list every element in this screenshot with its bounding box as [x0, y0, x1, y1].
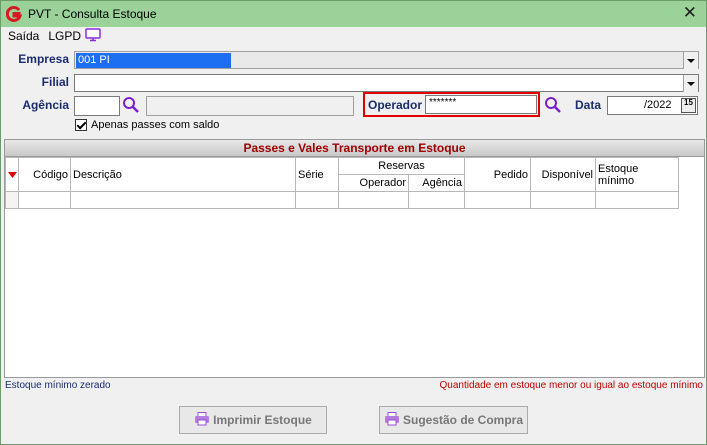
- filial-label: Filial: [41, 75, 69, 89]
- grid-header-row-1: Código Descrição Série Reservas Pedido D…: [5, 157, 679, 192]
- printer-icon: [194, 411, 210, 429]
- purchase-suggestion-label: Sugestão de Compra: [402, 413, 524, 427]
- print-stock-label: Imprimir Estoque: [213, 413, 312, 427]
- col-reservas[interactable]: Reservas: [338, 157, 465, 175]
- monitor-icon[interactable]: [85, 27, 101, 45]
- filial-select[interactable]: [74, 74, 699, 92]
- filial-dropdown-button[interactable]: [683, 75, 698, 92]
- cell[interactable]: [338, 191, 409, 209]
- col-disponivel[interactable]: Disponível: [530, 157, 596, 192]
- empresa-dropdown-button[interactable]: [683, 52, 698, 69]
- cell[interactable]: [408, 191, 465, 209]
- col-reservas-operador[interactable]: Operador: [338, 174, 409, 192]
- agencia-label: Agência: [22, 98, 69, 112]
- app-logo-icon: [6, 6, 22, 22]
- table-row[interactable]: [5, 191, 679, 209]
- menu-bar: Saída LGPD: [1, 27, 101, 45]
- agencia-search-icon[interactable]: [122, 96, 140, 117]
- data-label: Data: [574, 98, 601, 112]
- purchase-suggestion-button[interactable]: Sugestão de Compra: [379, 406, 528, 434]
- menu-saida[interactable]: Saída: [1, 29, 44, 43]
- menu-lgpd[interactable]: LGPD: [44, 29, 85, 43]
- col-pedido[interactable]: Pedido: [464, 157, 531, 192]
- sort-indicator-icon: [7, 171, 17, 178]
- cell[interactable]: [70, 191, 296, 209]
- window-title: PVT - Consulta Estoque: [28, 7, 157, 21]
- grid-caption: Passes e Vales Transporte em Estoque: [5, 140, 704, 157]
- cell[interactable]: [295, 191, 339, 209]
- checkbox-label: Apenas passes com saldo: [91, 119, 220, 131]
- title-bar: PVT - Consulta Estoque ✕: [1, 1, 706, 27]
- legend-low-stock: Quantidade em estoque menor ou igual ao …: [439, 380, 703, 391]
- col-codigo[interactable]: Código: [18, 157, 71, 192]
- operador-input[interactable]: *******: [425, 95, 537, 114]
- operador-label: Operador: [367, 98, 422, 112]
- data-value: /2022: [644, 99, 672, 111]
- col-descricao[interactable]: Descrição: [70, 157, 296, 192]
- agencia-code-input[interactable]: [74, 96, 120, 116]
- empresa-label: Empresa: [18, 52, 69, 66]
- data-input[interactable]: /2022 15: [607, 96, 698, 115]
- col-reservas-agencia[interactable]: Agência: [408, 174, 465, 192]
- printer-icon: [384, 411, 400, 429]
- calendar-icon[interactable]: 15: [681, 98, 696, 113]
- col-estoque-minimo[interactable]: Estoque mínimo: [595, 157, 679, 192]
- row-indicator: [5, 191, 19, 209]
- legend-zero-stock: Estoque mínimo zerado: [5, 380, 111, 391]
- operador-search-icon[interactable]: [544, 96, 562, 117]
- print-stock-button[interactable]: Imprimir Estoque: [179, 406, 327, 434]
- cell[interactable]: [18, 191, 71, 209]
- col-serie[interactable]: Série: [295, 157, 339, 192]
- agencia-name-field: [146, 96, 354, 116]
- chevron-down-icon: [687, 58, 695, 63]
- main-window: PVT - Consulta Estoque ✕ Saída LGPD Empr…: [0, 0, 707, 445]
- stock-grid-panel: Passes e Vales Transporte em Estoque Cód…: [4, 139, 705, 378]
- empresa-select[interactable]: 001 PI: [74, 51, 699, 69]
- cell[interactable]: [595, 191, 679, 209]
- cell[interactable]: [464, 191, 531, 209]
- cell[interactable]: [530, 191, 596, 209]
- operador-value: *******: [429, 97, 457, 108]
- apenas-saldo-checkbox[interactable]: Apenas passes com saldo: [75, 119, 219, 131]
- close-icon[interactable]: ✕: [683, 4, 697, 22]
- row-indicator-header: [5, 157, 19, 192]
- chevron-down-icon: [687, 81, 695, 86]
- empresa-selected-value: 001 PI: [76, 53, 231, 68]
- checkbox-checked-icon[interactable]: [75, 119, 87, 131]
- stock-grid: Código Descrição Série Reservas Pedido D…: [5, 157, 679, 209]
